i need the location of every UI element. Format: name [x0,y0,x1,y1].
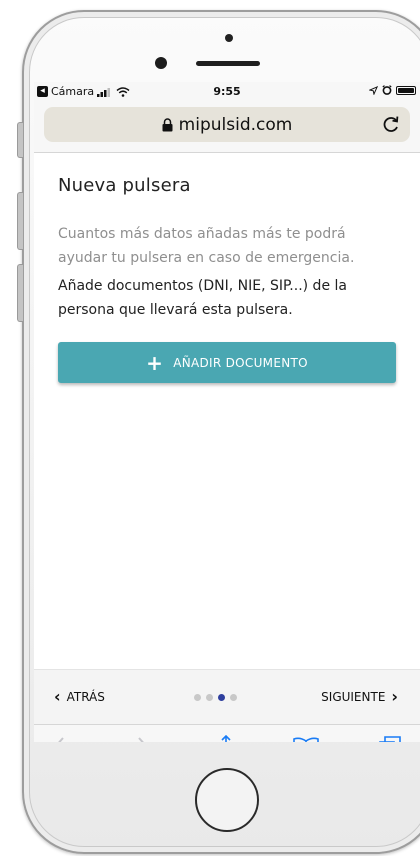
status-right [369,85,416,95]
home-button[interactable] [195,768,259,832]
chevron-right-icon: › [391,687,398,706]
step-dot [206,694,213,701]
address-bar: mipulsid.com [34,102,420,153]
browser-forward-icon[interactable] [130,735,154,742]
next-label: SIGUIENTE [321,690,386,704]
battery-icon [396,85,416,95]
next-button[interactable]: SIGUIENTE › [321,687,398,706]
lock-icon [162,118,173,132]
mute-switch [17,122,23,158]
earpiece-speaker [196,61,260,66]
url-text: mipulsid.com [178,115,293,135]
phone-screen: ◂ Cámara 9:55 mipulsid.com Nueva pulsera… [34,82,420,742]
bookmarks-icon[interactable] [292,735,320,742]
browser-toolbar [34,724,420,742]
hint-text: Cuantos más datos añadas más te podrá ay… [58,226,355,266]
front-camera [155,57,167,69]
volume-down-button [17,264,23,322]
wizard-navigation: ‹ ATRÁS SIGUIENTE › [34,669,420,724]
browser-back-icon[interactable] [48,735,72,742]
status-time: 9:55 [213,85,241,98]
url-field[interactable]: mipulsid.com [44,107,410,142]
proximity-sensor [225,34,233,42]
step-indicator [194,694,237,701]
add-document-button[interactable]: + AÑADIR DOCUMENTO [58,342,396,383]
step-dot [230,694,237,701]
step-dot-active [218,694,225,701]
back-label: ATRÁS [66,690,105,704]
tabs-icon[interactable] [378,735,402,742]
page-title: Nueva pulsera [58,175,191,196]
chevron-left-icon: ‹ [54,687,61,706]
reload-icon[interactable] [380,113,402,135]
page-content: Nueva pulsera Cuantos más datos añadas m… [34,153,420,383]
alarm-icon [382,85,392,95]
share-icon[interactable] [214,735,238,742]
step-dot [194,694,201,701]
status-bar: ◂ Cámara 9:55 [34,82,420,102]
instruction-text: Añade documentos (DNI, NIE, SIP...) de l… [58,278,347,318]
add-document-label: AÑADIR DOCUMENTO [173,355,308,370]
back-button[interactable]: ‹ ATRÁS [54,687,105,706]
location-icon [369,85,378,95]
plus-icon: + [146,350,164,375]
volume-up-button [17,192,23,250]
